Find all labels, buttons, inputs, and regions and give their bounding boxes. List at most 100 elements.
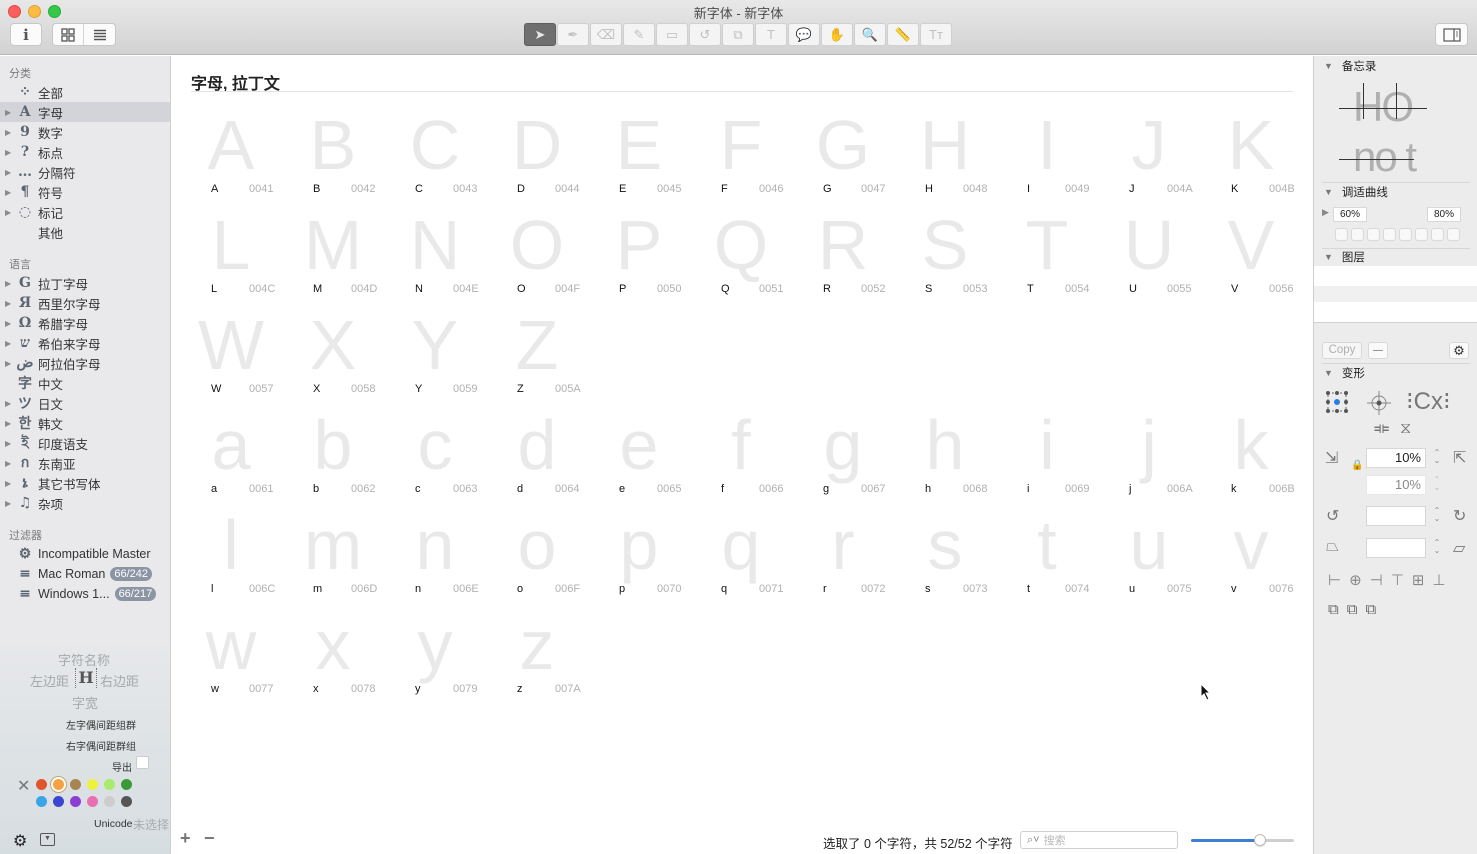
rotate-ccw-icon[interactable]: ↺	[1326, 506, 1339, 526]
curve-preset-button[interactable]	[1367, 228, 1380, 241]
disclosure-triangle-icon[interactable]: ▶	[5, 299, 15, 308]
union-icon[interactable]: ⧉	[1328, 601, 1339, 618]
align-bottom-icon[interactable]: ⊥	[1432, 571, 1445, 589]
grid-view-button[interactable]	[53, 24, 84, 45]
disclosure-triangle-icon[interactable]: ▶	[5, 128, 15, 137]
category-item[interactable]: ▶ ¶ 符号	[0, 182, 170, 202]
glyph-cell[interactable]: g g 0067	[803, 406, 905, 506]
glyph-cell[interactable]: s s 0073	[905, 506, 1007, 606]
category-item[interactable]: 其他	[0, 222, 170, 242]
select-tool-button[interactable]: ➤	[524, 23, 556, 46]
scale-x-stepper[interactable]: ⌃ ⌄	[1433, 449, 1441, 467]
glyph-cell[interactable]: f f 0066	[701, 406, 803, 506]
lock-icon[interactable]: 🔒	[1351, 460, 1363, 471]
layer-row[interactable]	[1314, 302, 1477, 322]
category-item[interactable]: ⁘ 全部	[0, 82, 170, 102]
glyph-cell[interactable]: z z 007A	[497, 606, 599, 706]
glyph-cell[interactable]: T T 0054	[1007, 206, 1109, 306]
color-swatch[interactable]	[121, 796, 132, 807]
search-input[interactable]: ⌕˅ 搜索	[1020, 831, 1178, 849]
glyph-cell[interactable]: u u 0075	[1109, 506, 1211, 606]
color-swatch[interactable]	[53, 796, 64, 807]
list-view-button[interactable]	[84, 24, 115, 45]
disclosure-triangle-icon[interactable]: ▶	[5, 339, 15, 348]
disclosure-triangle-icon[interactable]: ▶	[5, 279, 15, 288]
scale-x-input[interactable]: 10%	[1366, 448, 1426, 468]
language-item[interactable]: ▶ ই 印度语支	[0, 433, 170, 453]
curve-preset-button[interactable]	[1351, 228, 1364, 241]
curve-preset-button[interactable]	[1431, 228, 1444, 241]
glyph-cell[interactable]: A A 0041	[191, 106, 293, 206]
intersect-icon[interactable]: ⧉	[1365, 601, 1376, 618]
measure-tool-button[interactable]: 📏	[887, 23, 919, 46]
settings-gear-icon[interactable]: ⚙	[13, 831, 27, 851]
filter-item[interactable]: ≡ Windows 1... 66/217	[0, 584, 170, 604]
left-kerning-group-field[interactable]: 左字偶间距组群	[66, 717, 136, 732]
glyph-cell[interactable]: Z Z 005A	[497, 306, 599, 406]
eraser-tool-button[interactable]: ⌫	[590, 23, 622, 46]
remove-layer-button[interactable]: —	[1368, 342, 1388, 359]
clear-color-icon[interactable]: ✕	[17, 776, 30, 796]
info-button[interactable]: i	[10, 23, 42, 46]
category-item[interactable]: ▶… 分隔符	[0, 162, 170, 182]
glyph-cell[interactable]: J J 004A	[1109, 106, 1211, 206]
category-item[interactable]: ▶? 标点	[0, 142, 170, 162]
slant-right-icon[interactable]: ▱	[1453, 538, 1465, 558]
category-item[interactable]: ▶ A 字母	[0, 102, 170, 122]
glyph-cell[interactable]: r r 0072	[803, 506, 905, 606]
disclosure-triangle-icon[interactable]: ▶	[5, 419, 15, 428]
glyph-cell[interactable]: L L 004C	[191, 206, 293, 306]
disclosure-triangle-icon[interactable]: ▶	[5, 148, 15, 157]
layer-row[interactable]	[1314, 286, 1477, 302]
glyph-cell[interactable]: X X 0058	[293, 306, 395, 406]
color-swatch[interactable]	[70, 779, 81, 790]
glyph-cell[interactable]: M M 004D	[293, 206, 395, 306]
bounding-box-origin-icon[interactable]	[1325, 390, 1349, 414]
pencil-tool-button[interactable]: ✎	[623, 23, 655, 46]
glyph-cell[interactable]: a a 0061	[191, 406, 293, 506]
disclosure-triangle-icon[interactable]: ▶	[5, 439, 15, 448]
scale-tool-button[interactable]: ⧉	[722, 23, 754, 46]
disclosure-triangle-icon[interactable]: ▶	[5, 319, 15, 328]
transform-section-toggle[interactable]: ▼ 变形	[1324, 365, 1365, 381]
zoom-slider-knob[interactable]	[1254, 834, 1266, 846]
export-checkbox[interactable]	[136, 756, 149, 769]
right-kerning-group-field[interactable]: 右字偶间距群组	[66, 738, 136, 753]
glyph-cell[interactable]: c c 0063	[395, 406, 497, 506]
color-swatch[interactable]	[104, 779, 115, 790]
disclosure-triangle-icon[interactable]: ▶	[5, 168, 15, 177]
glyph-cell[interactable]: Y Y 0059	[395, 306, 497, 406]
slant-stepper[interactable]: ⌃ ⌄	[1433, 539, 1441, 557]
glyph-cell[interactable]: G G 0047	[803, 106, 905, 206]
color-swatch[interactable]	[121, 779, 132, 790]
curve-preset-button[interactable]	[1415, 228, 1428, 241]
disclosure-triangle-icon[interactable]: ▶	[5, 188, 15, 197]
slant-left-icon[interactable]: ⏢	[1326, 538, 1339, 556]
disclosure-triangle-icon[interactable]: ▶	[5, 399, 15, 408]
language-item[interactable]: ▶ ก 东南亚	[0, 453, 170, 473]
glyph-cell[interactable]: F F 0046	[701, 106, 803, 206]
notes-section-toggle[interactable]: ▼ 备忘录	[1324, 58, 1376, 74]
filter-item[interactable]: ⚙ Incompatible Master	[0, 544, 170, 564]
zoom-tool-button[interactable]: 🔍	[854, 23, 886, 46]
right-sidebearing-field[interactable]: 右边距	[100, 671, 139, 690]
glyph-cell[interactable]: k k 006B	[1211, 406, 1313, 506]
flip-horizontal-icon[interactable]: ⟚	[1374, 420, 1389, 438]
color-swatch[interactable]	[70, 796, 81, 807]
glyph-cell[interactable]: q q 0071	[701, 506, 803, 606]
disclosure-triangle-icon[interactable]: ▶	[5, 108, 15, 117]
glyph-cell[interactable]: d d 0064	[497, 406, 599, 506]
metric-origin-icon[interactable]: ⁝Cx⁝	[1406, 387, 1451, 416]
align-center-h-icon[interactable]: ⊕	[1349, 571, 1362, 589]
glyph-cell[interactable]: N N 004E	[395, 206, 497, 306]
rotate-stepper[interactable]: ⌃ ⌄	[1433, 507, 1441, 525]
crosshair-origin-icon[interactable]	[1366, 390, 1392, 416]
language-item[interactable]: ▶ Я 西里尔字母	[0, 293, 170, 313]
glyph-cell[interactable]: S S 0053	[905, 206, 1007, 306]
disclosure-triangle-icon[interactable]: ▶	[5, 459, 15, 468]
glyph-cell[interactable]: w w 0077	[191, 606, 293, 706]
annotation-tool-button[interactable]: 💬	[788, 23, 820, 46]
language-item[interactable]: ▶ G 拉丁字母	[0, 273, 170, 293]
glyph-cell[interactable]: v v 0076	[1211, 506, 1313, 606]
glyph-cell[interactable]: D D 0044	[497, 106, 599, 206]
